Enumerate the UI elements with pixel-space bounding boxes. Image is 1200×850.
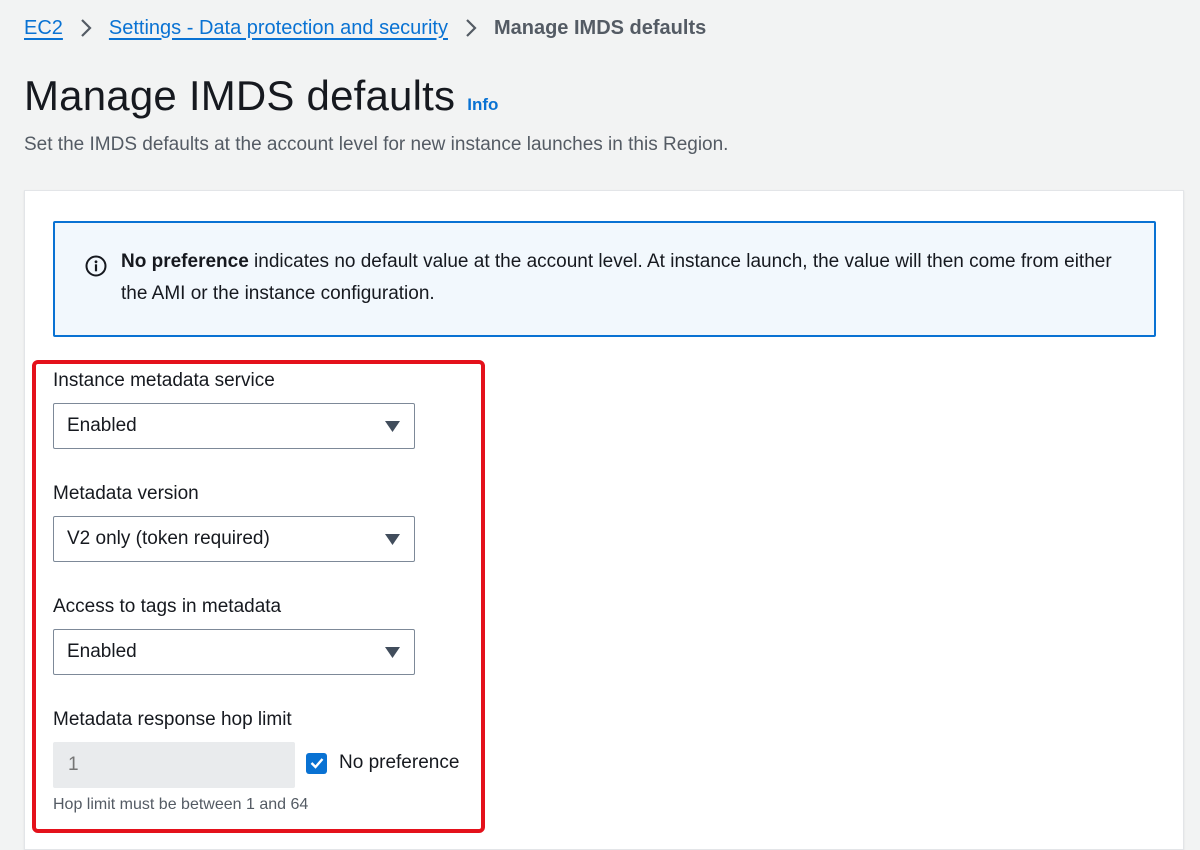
metadata-version-label: Metadata version bbox=[53, 483, 199, 504]
page-header: Manage IMDS defaults Info bbox=[24, 72, 498, 120]
no-preference-label: No preference bbox=[339, 752, 460, 773]
alert-bold-text: No preference bbox=[121, 251, 249, 272]
hop-limit-input[interactable] bbox=[53, 742, 295, 788]
imds-label: Instance metadata service bbox=[53, 370, 275, 391]
breadcrumb: EC2 Settings - Data protection and secur… bbox=[24, 14, 706, 42]
hop-limit-label: Metadata response hop limit bbox=[53, 709, 292, 730]
tags-access-label: Access to tags in metadata bbox=[53, 596, 282, 617]
chevron-right-icon bbox=[63, 18, 109, 38]
breadcrumb-settings-link[interactable]: Settings - Data protection and security bbox=[109, 17, 448, 40]
info-link[interactable]: Info bbox=[467, 95, 498, 115]
metadata-version-select[interactable]: V2 only (token required) bbox=[53, 516, 415, 562]
metadata-version-value: V2 only (token required) bbox=[67, 528, 270, 549]
caret-down-icon bbox=[385, 533, 400, 545]
imds-select-value: Enabled bbox=[67, 415, 137, 436]
hop-limit-constraint: Hop limit must be between 1 and 64 bbox=[53, 796, 309, 813]
alert-message: No preference indicates no default value… bbox=[121, 246, 1130, 335]
breadcrumb-ec2-link[interactable]: EC2 bbox=[24, 17, 63, 40]
no-preference-checkbox[interactable]: No preference bbox=[306, 752, 459, 774]
info-circle-icon bbox=[85, 255, 107, 277]
breadcrumb-current: Manage IMDS defaults bbox=[493, 16, 707, 39]
tags-access-select[interactable]: Enabled bbox=[53, 629, 415, 675]
checkbox-checked-icon[interactable] bbox=[306, 752, 327, 774]
info-alert: No preference indicates no default value… bbox=[53, 221, 1156, 337]
alert-body-text: indicates no default value at the accoun… bbox=[121, 251, 1112, 304]
caret-down-icon bbox=[385, 646, 400, 658]
tags-access-value: Enabled bbox=[67, 641, 137, 662]
chevron-right-icon bbox=[448, 18, 494, 38]
caret-down-icon bbox=[385, 420, 400, 432]
page-title: Manage IMDS defaults bbox=[24, 72, 456, 119]
imds-select[interactable]: Enabled bbox=[53, 403, 415, 449]
page-description: Set the IMDS defaults at the account lev… bbox=[24, 134, 729, 155]
